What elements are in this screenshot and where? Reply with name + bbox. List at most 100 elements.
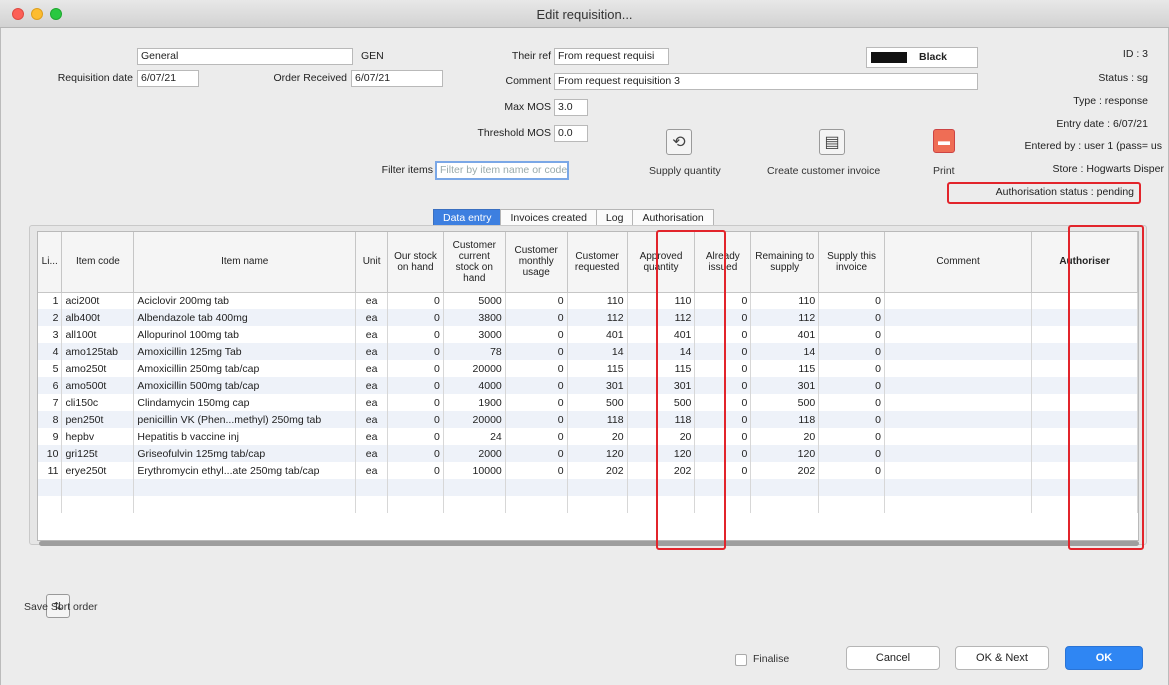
cell-customer-requested[interactable]: 20 — [567, 428, 628, 445]
cell-customer-stock[interactable]: 20000 — [443, 360, 506, 377]
cell-comment[interactable] — [884, 326, 1033, 343]
cell-item-code[interactable]: aci200t — [61, 292, 135, 309]
cell-monthly-usage[interactable]: 0 — [505, 462, 568, 479]
table-row[interactable]: 4 amo125tab Amoxicillin 125mg Tab ea 0 78 0 14 1… — [38, 343, 1138, 360]
cell-supply-this-invoice[interactable]: 0 — [818, 394, 885, 411]
table-row[interactable]: 11 erye250t Erythromycin ethyl...ate 250mg… — [38, 462, 1138, 479]
cell-comment[interactable] — [884, 343, 1033, 360]
cell-remaining-to-supply[interactable]: 500 — [750, 394, 820, 411]
table-row[interactable]: 3 all100t Allopurinol 100mg tab ea 0 3000 0 401… — [38, 326, 1138, 343]
col-our-stock[interactable]: Our stock on hand — [387, 232, 444, 293]
cell-customer-requested[interactable]: 115 — [567, 360, 628, 377]
table-row[interactable]: 10 gri125t Griseofulvin 125mg tab/cap ea 0 20… — [38, 445, 1138, 462]
cell-comment[interactable] — [884, 377, 1033, 394]
cell-unit[interactable]: ea — [355, 394, 389, 411]
cell-supply-this-invoice[interactable]: 0 — [818, 462, 885, 479]
col-customer-requested[interactable]: Customer requested — [567, 232, 628, 293]
cell-item-code[interactable]: alb400t — [61, 309, 135, 326]
cell-remaining-to-supply[interactable]: 401 — [750, 326, 820, 343]
table-row[interactable]: 6 amo500t Amoxicillin 500mg tab/cap ea 0 4000… — [38, 377, 1138, 394]
table-row[interactable]: 5 amo250t Amoxicillin 250mg tab/cap ea 0 2000… — [38, 360, 1138, 377]
cell-line-number[interactable]: 8 — [38, 411, 63, 428]
cell-unit[interactable]: ea — [355, 343, 389, 360]
threshold-mos-field[interactable]: 0.0 — [554, 125, 588, 142]
cell-customer-requested[interactable]: 118 — [567, 411, 628, 428]
cell-customer-requested[interactable]: 14 — [567, 343, 628, 360]
cell-remaining-to-supply[interactable]: 112 — [750, 309, 820, 326]
cell-item-name[interactable]: penicillin VK (Phen...methyl) 250mg tab — [133, 411, 357, 428]
cell-remaining-to-supply[interactable]: 20 — [750, 428, 820, 445]
cell-line-number[interactable]: 2 — [38, 309, 63, 326]
max-mos-field[interactable]: 3.0 — [554, 99, 588, 116]
cell-item-code[interactable]: all100t — [61, 326, 135, 343]
cell-unit[interactable]: ea — [355, 462, 389, 479]
cell-monthly-usage[interactable]: 0 — [505, 292, 568, 309]
cell-unit[interactable]: ea — [355, 445, 389, 462]
cell-customer-stock[interactable]: 10000 — [443, 462, 506, 479]
cell-our-stock[interactable]: 0 — [387, 428, 444, 445]
cell-item-code[interactable]: cli150c — [61, 394, 135, 411]
cancel-button[interactable]: Cancel — [846, 646, 940, 670]
tab-invoices-created[interactable]: Invoices created — [500, 209, 597, 226]
col-customer-stock[interactable]: Customer current stock on hand — [443, 232, 506, 293]
cell-our-stock[interactable]: 0 — [387, 292, 444, 309]
cell-comment[interactable] — [884, 428, 1033, 445]
cell-monthly-usage[interactable]: 0 — [505, 377, 568, 394]
cell-line-number[interactable]: 5 — [38, 360, 63, 377]
cell-unit[interactable]: ea — [355, 292, 389, 309]
cell-item-name[interactable]: Amoxicillin 125mg Tab — [133, 343, 357, 360]
order-received-field[interactable]: 6/07/21 — [351, 70, 443, 87]
cell-our-stock[interactable]: 0 — [387, 445, 444, 462]
cell-customer-requested[interactable]: 112 — [567, 309, 628, 326]
col-supply-this-invoice[interactable]: Supply this invoice — [818, 232, 885, 293]
cell-item-name[interactable]: Albendazole tab 400mg — [133, 309, 357, 326]
cell-monthly-usage[interactable]: 0 — [505, 309, 568, 326]
cell-monthly-usage[interactable]: 0 — [505, 326, 568, 343]
color-selector[interactable]: Black — [866, 47, 978, 68]
cell-remaining-to-supply[interactable]: 118 — [750, 411, 820, 428]
cell-supply-this-invoice[interactable]: 0 — [818, 309, 885, 326]
cell-unit[interactable]: ea — [355, 326, 389, 343]
table-row[interactable]: 7 cli150c Clindamycin 150mg cap ea 0 1900 0 500… — [38, 394, 1138, 411]
cell-customer-requested[interactable]: 401 — [567, 326, 628, 343]
filter-input[interactable]: Filter by item name or code — [435, 161, 569, 180]
cell-customer-stock[interactable]: 3800 — [443, 309, 506, 326]
cell-supply-this-invoice[interactable]: 0 — [818, 360, 885, 377]
tab-authorisation[interactable]: Authorisation — [632, 209, 714, 226]
cell-item-name[interactable]: Erythromycin ethyl...ate 250mg tab/cap — [133, 462, 357, 479]
col-line[interactable]: Li... — [38, 232, 63, 293]
their-ref-field[interactable]: From request requisi — [554, 48, 669, 65]
cell-monthly-usage[interactable]: 0 — [505, 343, 568, 360]
cell-remaining-to-supply[interactable]: 301 — [750, 377, 820, 394]
cell-our-stock[interactable]: 0 — [387, 394, 444, 411]
cell-line-number[interactable]: 6 — [38, 377, 63, 394]
cell-line-number[interactable]: 11 — [38, 462, 63, 479]
cell-our-stock[interactable]: 0 — [387, 377, 444, 394]
cell-comment[interactable] — [884, 462, 1033, 479]
cell-customer-requested[interactable]: 202 — [567, 462, 628, 479]
comment-field[interactable]: From request requisition 3 — [554, 73, 978, 90]
cell-unit[interactable]: ea — [355, 411, 389, 428]
supply-quantity-button[interactable]: ⟲ — [666, 129, 692, 155]
cell-unit[interactable]: ea — [355, 360, 389, 377]
cell-customer-requested[interactable]: 110 — [567, 292, 628, 309]
cell-comment[interactable] — [884, 411, 1033, 428]
col-unit[interactable]: Unit — [355, 232, 389, 293]
cell-supply-this-invoice[interactable]: 0 — [818, 445, 885, 462]
cell-supply-this-invoice[interactable]: 0 — [818, 428, 885, 445]
cell-comment[interactable] — [884, 309, 1033, 326]
cell-our-stock[interactable]: 0 — [387, 360, 444, 377]
cell-our-stock[interactable]: 0 — [387, 462, 444, 479]
cell-supply-this-invoice[interactable]: 0 — [818, 326, 885, 343]
requisition-date-field[interactable]: 6/07/21 — [137, 70, 199, 87]
cell-remaining-to-supply[interactable]: 110 — [750, 292, 820, 309]
cell-line-number[interactable]: 10 — [38, 445, 63, 462]
cell-item-code[interactable]: erye250t — [61, 462, 135, 479]
col-comment[interactable]: Comment — [884, 232, 1033, 293]
cell-customer-stock[interactable]: 5000 — [443, 292, 506, 309]
cell-customer-stock[interactable]: 78 — [443, 343, 506, 360]
cell-our-stock[interactable]: 0 — [387, 326, 444, 343]
cell-customer-stock[interactable]: 24 — [443, 428, 506, 445]
cell-remaining-to-supply[interactable]: 120 — [750, 445, 820, 462]
cell-item-code[interactable]: amo500t — [61, 377, 135, 394]
